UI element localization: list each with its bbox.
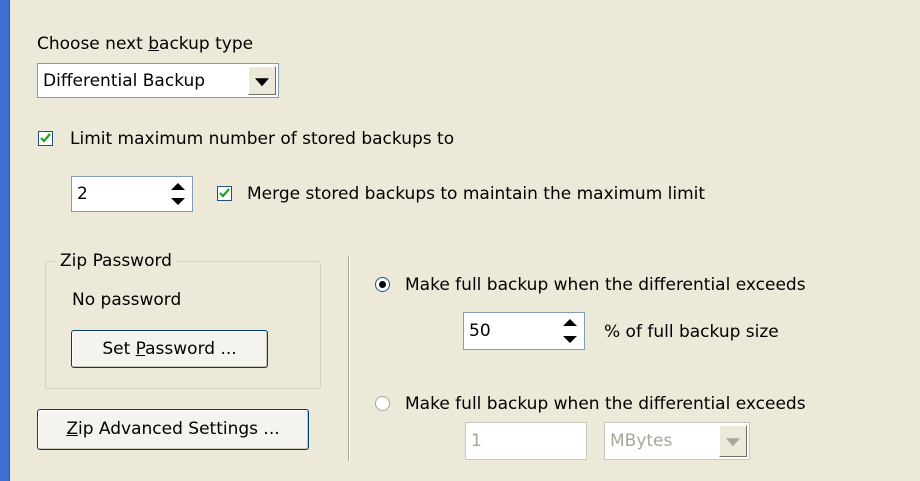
backup-type-dropdown[interactable]: Differential Backup [37,63,279,98]
limit-backups-checkbox[interactable] [38,131,53,146]
backup-count-spinner[interactable]: 2 [71,176,193,212]
merge-backups-checkbox[interactable] [217,186,232,201]
limit-backups-label: Limit maximum number of stored backups t… [70,129,455,149]
merge-backups-label: Merge stored backups to maintain the max… [247,184,706,204]
full-backup-unit-value: MBytes [610,431,673,451]
checkmark-icon [40,133,51,143]
zip-password-status: No password [72,290,182,310]
spinner-arrows-icon[interactable] [168,179,190,209]
full-backup-size-input[interactable]: 1 [465,422,587,460]
backup-type-label: Choose next backup type [37,34,254,54]
set-password-button[interactable]: Set Password ... [71,330,268,368]
checkmark-icon [219,188,230,198]
zip-password-group [45,261,321,389]
backup-type-value: Differential Backup [43,70,206,91]
full-backup-percent-value: 50 [469,321,491,341]
full-backup-percent-suffix: % of full backup size [604,322,779,342]
spinner-arrows-icon[interactable] [560,315,582,347]
full-backup-percent-label: Make full backup when the differential e… [405,275,806,295]
left-accent-bar [0,0,10,481]
zip-advanced-settings-button[interactable]: Zip Advanced Settings ... [37,409,309,450]
full-backup-percent-radio[interactable] [375,277,390,292]
vertical-separator [348,256,350,461]
backup-count-value: 2 [77,184,88,204]
full-backup-size-value: 1 [471,431,482,451]
chevron-down-icon[interactable] [248,66,276,95]
chevron-down-icon[interactable] [719,425,747,457]
full-backup-size-radio[interactable] [375,396,390,411]
full-backup-unit-dropdown[interactable]: MBytes [604,422,750,460]
zip-password-group-title: Zip Password [56,250,176,272]
full-backup-percent-spinner[interactable]: 50 [463,312,585,350]
full-backup-size-label: Make full backup when the differential e… [405,394,806,414]
